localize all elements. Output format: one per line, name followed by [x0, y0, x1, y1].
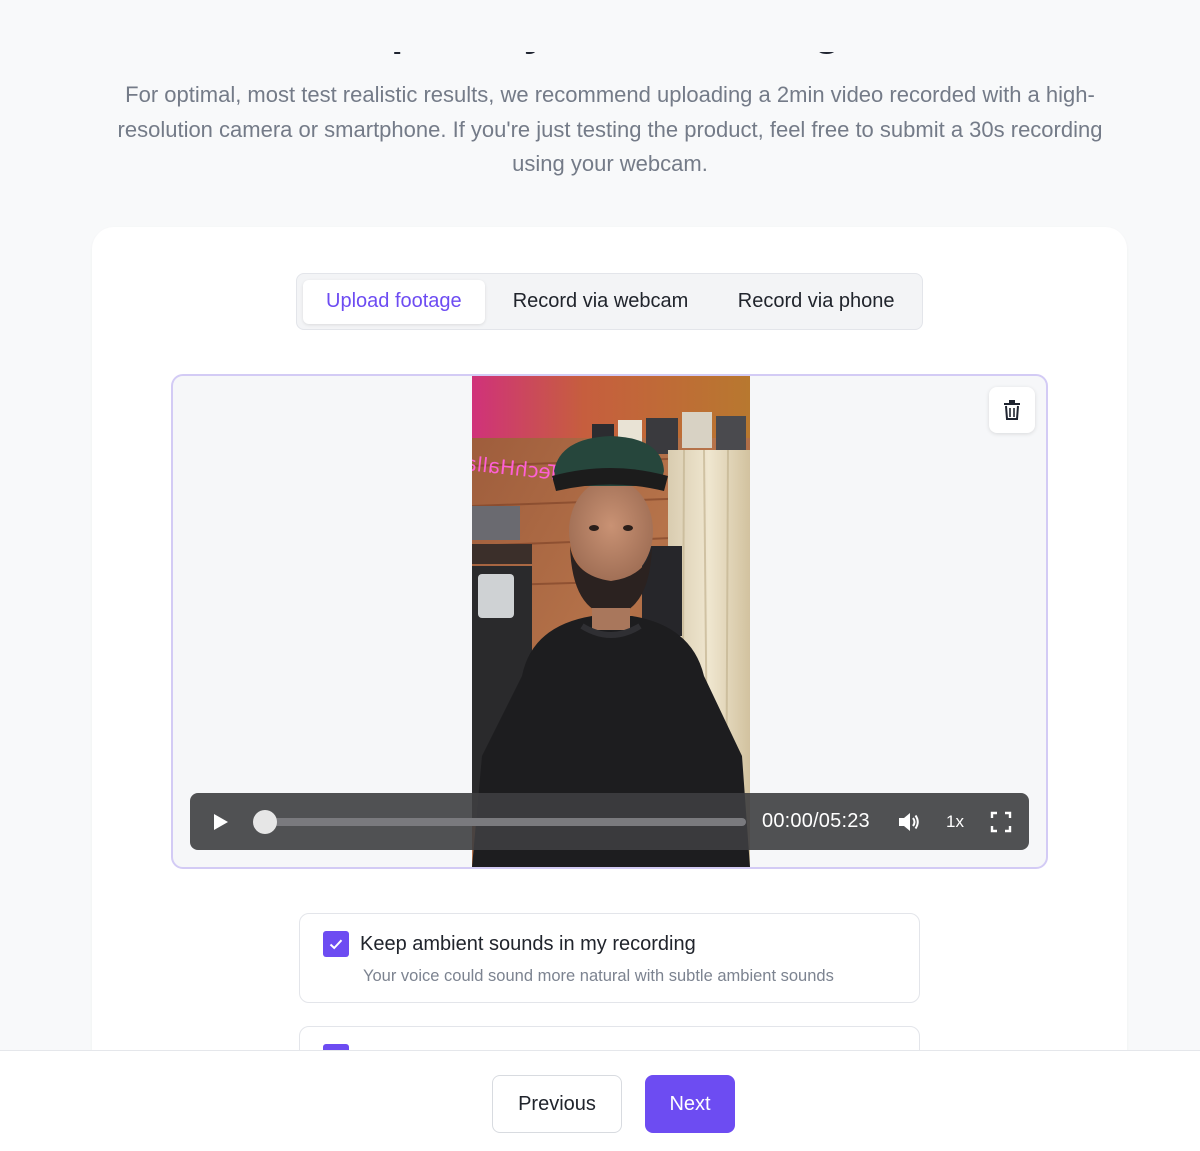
- ambient-sounds-option[interactable]: Keep ambient sounds in my recording Your…: [299, 913, 920, 1003]
- page-subtitle: For optimal, most test realistic results…: [117, 82, 1103, 176]
- playback-speed-button[interactable]: 1x: [942, 808, 968, 836]
- play-button[interactable]: [208, 810, 232, 834]
- page-title-container: Upload your recording: [0, 0, 1200, 66]
- ambient-sounds-description: Your voice could sound more natural with…: [363, 967, 834, 985]
- page: Upload your recording For optimal, most …: [0, 0, 1200, 1151]
- volume-button[interactable]: [896, 809, 922, 835]
- time-display: 00:00/05:23: [762, 810, 870, 832]
- fullscreen-button[interactable]: [988, 809, 1014, 835]
- next-button[interactable]: Next: [645, 1075, 735, 1133]
- page-title: Upload your recording: [358, 6, 842, 55]
- tab-record-webcam[interactable]: Record via webcam: [485, 280, 717, 324]
- progress-knob[interactable]: [253, 810, 277, 834]
- tab-upload-footage[interactable]: Upload footage: [303, 279, 485, 324]
- tab-record-phone[interactable]: Record via phone: [716, 280, 916, 324]
- video-controls: 00:00/05:23 1x: [190, 793, 1029, 850]
- volume-icon: [899, 813, 919, 831]
- previous-button[interactable]: Previous: [492, 1075, 622, 1133]
- footer-bar: Previous Next: [0, 1050, 1200, 1151]
- play-icon: [214, 814, 228, 830]
- ambient-sounds-title: Keep ambient sounds in my recording: [360, 933, 696, 955]
- check-icon: [329, 939, 343, 950]
- source-tabs: Upload footage Record via webcam Record …: [296, 273, 923, 330]
- trash-icon: [1004, 400, 1020, 420]
- fullscreen-icon: [990, 811, 1012, 833]
- progress-track[interactable]: [254, 818, 746, 826]
- ambient-sounds-checkbox[interactable]: [323, 931, 349, 957]
- delete-video-button[interactable]: [989, 387, 1035, 433]
